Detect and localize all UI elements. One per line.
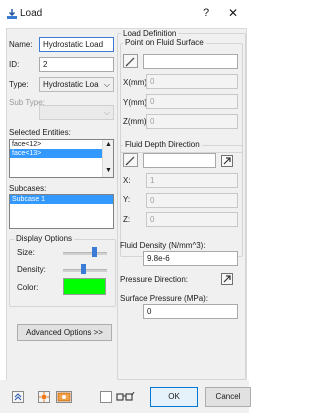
x-input[interactable]: 0 xyxy=(146,74,238,89)
pressure-direction-label: Pressure Direction: xyxy=(120,275,189,284)
arrow-icon xyxy=(223,157,231,165)
image-button[interactable] xyxy=(56,391,72,403)
pressure-direction-button[interactable] xyxy=(221,273,233,285)
pencil-icon xyxy=(125,57,135,67)
dz-input[interactable]: 0 xyxy=(146,212,238,227)
name-label: Name: xyxy=(9,40,33,49)
checkbox[interactable] xyxy=(100,391,112,403)
color-label: Color: xyxy=(17,283,39,292)
direction-entity-input[interactable] xyxy=(143,153,216,168)
fluid-density-label: Fluid Density (N/mm^3): xyxy=(120,241,206,250)
type-select-value: Hydrostatic Loa xyxy=(43,80,99,89)
id-input[interactable]: 2 xyxy=(39,57,114,72)
title-bar: Load ? ✕ xyxy=(0,0,249,28)
z-input[interactable]: 0 xyxy=(146,114,238,129)
scroll-up-icon[interactable]: ▲ xyxy=(105,141,112,148)
subtype-select[interactable]: ⌵ xyxy=(39,105,114,120)
id-label: ID: xyxy=(9,60,20,69)
surface-pressure-label: Surface Pressure (MPa): xyxy=(120,294,209,303)
type-label: Type: xyxy=(9,80,29,89)
density-label: Density: xyxy=(17,265,46,274)
list-item[interactable]: Subcase 1 xyxy=(10,195,113,204)
pencil-icon xyxy=(125,156,135,166)
selected-entities-label: Selected Entities: xyxy=(9,128,71,137)
point-entity-input[interactable] xyxy=(143,54,238,69)
dy-input[interactable]: 0 xyxy=(146,193,238,208)
advanced-options-button[interactable]: Advanced Options >> xyxy=(17,324,112,341)
dx-label: X: xyxy=(123,176,131,185)
density-slider-thumb[interactable] xyxy=(80,264,86,274)
window-title: Load xyxy=(20,8,43,19)
z-label: Z(mm): xyxy=(123,117,149,126)
size-label: Size: xyxy=(17,248,35,257)
image-icon xyxy=(57,392,71,402)
dialog-body: Name: Hydrostatic Load ID: 2 Type: Hydro… xyxy=(6,28,247,382)
fluid-density-input[interactable]: 9.8e-6 xyxy=(143,251,238,266)
y-input[interactable]: 0 xyxy=(146,94,238,109)
fluid-depth-title: Fluid Depth Direction xyxy=(123,140,202,149)
burst-icon xyxy=(39,392,49,402)
list-item[interactable]: face<12> xyxy=(10,140,113,149)
ok-button[interactable]: OK xyxy=(150,387,198,407)
list-item[interactable]: face<13> xyxy=(10,149,113,158)
scrollbar[interactable]: ▲ ▼ xyxy=(102,140,113,177)
footer-bar: OK Cancel xyxy=(0,380,251,413)
type-select[interactable]: Hydrostatic Loa ⌵ xyxy=(39,77,114,92)
load-definition-title: Load Definition xyxy=(121,29,179,38)
scroll-down-icon[interactable]: ▼ xyxy=(105,167,112,174)
direction-arrow-button[interactable] xyxy=(221,155,233,167)
arrow-icon xyxy=(223,275,231,283)
dz-label: Z: xyxy=(123,215,131,224)
chevron-down-icon: ⌵ xyxy=(103,108,110,117)
display-options-title: Display Options xyxy=(14,234,75,243)
name-input[interactable]: Hydrostatic Load xyxy=(39,37,114,52)
fluid-point-title: Point on Fluid Surface xyxy=(123,38,206,47)
burst-button[interactable] xyxy=(38,391,50,403)
dy-label: Y: xyxy=(123,195,131,204)
load-icon xyxy=(7,9,17,19)
size-slider-thumb[interactable] xyxy=(91,247,97,257)
double-up-icon xyxy=(14,393,22,401)
collapse-up-button[interactable] xyxy=(12,391,24,403)
select-direction-button[interactable] xyxy=(123,153,138,167)
subcases-list[interactable]: Subcase 1 xyxy=(9,194,114,229)
surface-pressure-input[interactable]: 0 xyxy=(143,304,238,319)
glasses-icon xyxy=(116,391,135,401)
size-slider[interactable] xyxy=(63,252,107,255)
dx-input[interactable]: 1 xyxy=(146,173,238,188)
chevron-down-icon: ⌵ xyxy=(103,80,110,89)
cancel-button[interactable]: Cancel xyxy=(205,387,251,407)
entities-list[interactable]: face<12> face<13> ▲ ▼ xyxy=(9,139,114,178)
subcases-label: Subcases: xyxy=(9,184,47,193)
select-point-button[interactable] xyxy=(123,54,138,68)
close-button[interactable]: ✕ xyxy=(228,6,238,20)
help-button[interactable]: ? xyxy=(203,7,209,19)
color-swatch[interactable] xyxy=(63,278,106,295)
